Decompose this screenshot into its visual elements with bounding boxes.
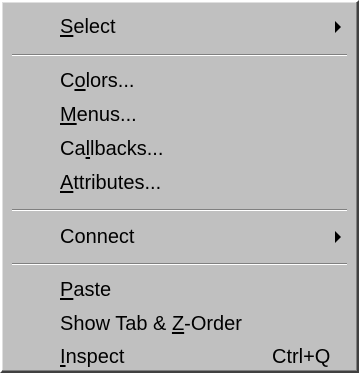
menu-item-connect[interactable]: Connect <box>4 220 355 254</box>
menu-item-show-tab-z-order[interactable]: Show Tab & Z-Order <box>4 307 355 341</box>
menu-item-menus[interactable]: Menus... <box>4 98 355 132</box>
submenu-arrow-icon <box>335 231 341 243</box>
menu-separator <box>12 263 347 265</box>
menu-item-inspect[interactable]: Inspect Ctrl+Q <box>4 340 355 374</box>
menu-item-callbacks[interactable]: Callbacks... <box>4 132 355 166</box>
menu-separator <box>12 54 347 56</box>
menu-item-label: Colors... <box>60 70 135 92</box>
menu-separator <box>12 209 347 211</box>
menu-item-label: Callbacks... <box>60 138 164 160</box>
menu-item-label: Paste <box>60 279 112 301</box>
menu-item-label: Show Tab & Z-Order <box>60 313 242 335</box>
menu-item-shortcut: Ctrl+Q <box>272 346 331 368</box>
menu-item-label: Inspect <box>60 346 125 368</box>
context-menu: Select Colors... Menus... Callbacks... A… <box>0 0 359 373</box>
menu-item-colors[interactable]: Colors... <box>4 64 355 98</box>
menu-item-select[interactable]: Select <box>4 10 355 44</box>
menu-item-label: Select <box>60 16 116 38</box>
menu-item-paste[interactable]: Paste <box>4 273 355 307</box>
menu-item-label: Menus... <box>60 104 137 126</box>
menu-item-label: Connect <box>60 226 135 248</box>
menu-item-label: Attributes... <box>60 172 162 194</box>
submenu-arrow-icon <box>335 21 341 33</box>
menu-item-attributes[interactable]: Attributes... <box>4 166 355 200</box>
